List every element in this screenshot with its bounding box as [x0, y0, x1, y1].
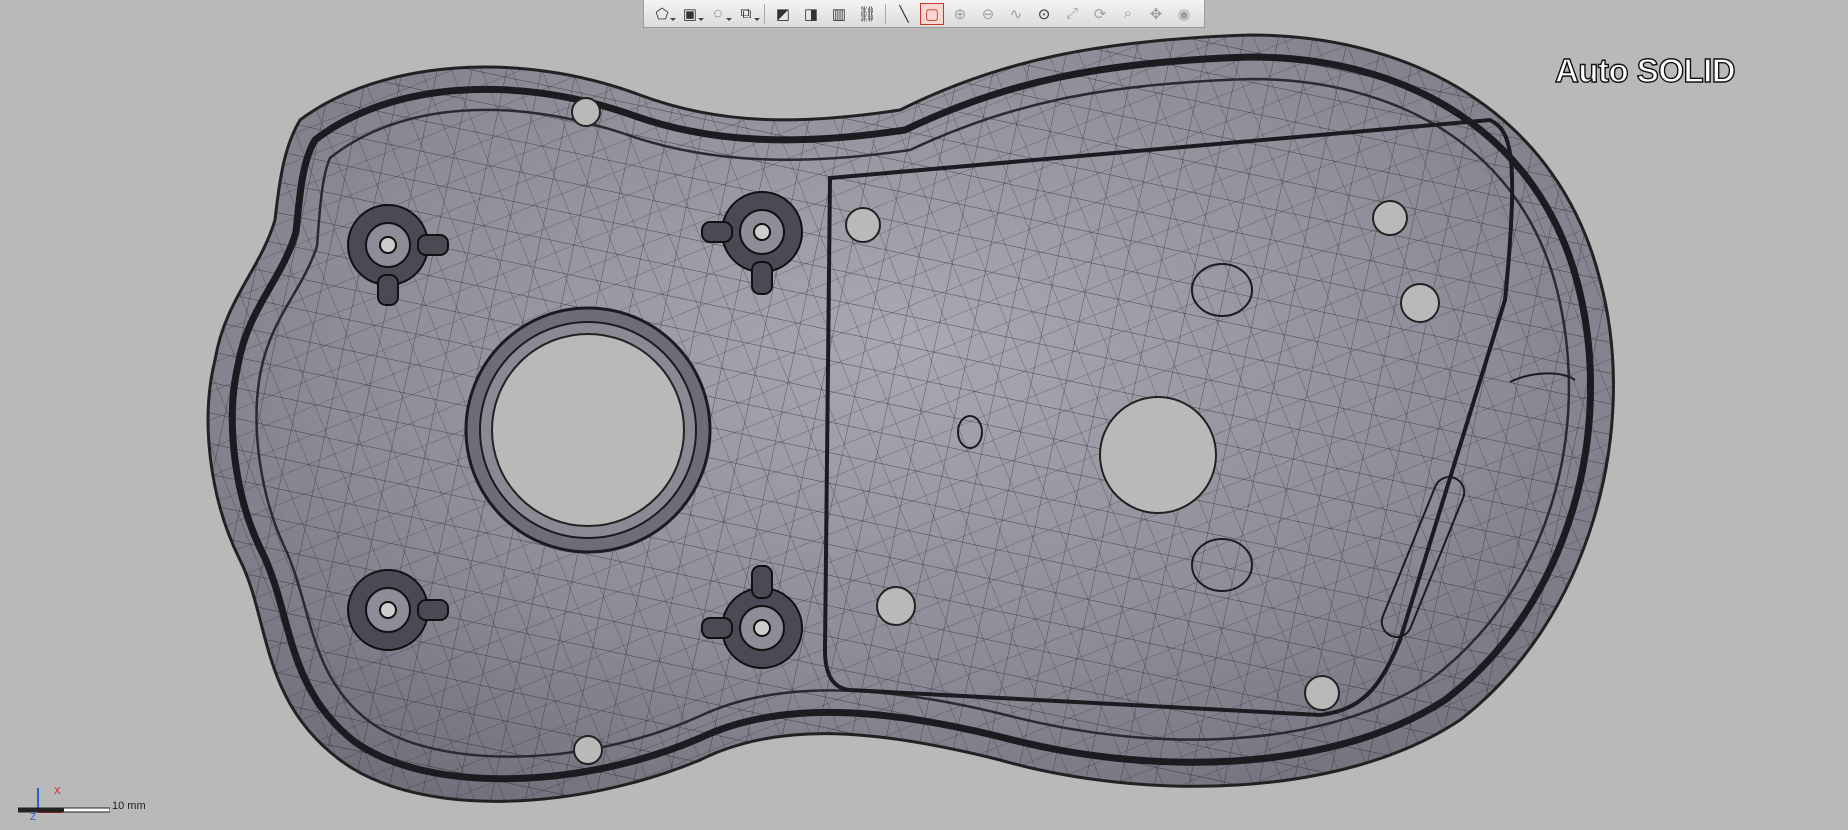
scale-label: 10 mm	[112, 800, 146, 812]
zoom-icon: ⌕	[1123, 5, 1133, 22]
center-hole	[1099, 396, 1217, 514]
align-button[interactable]: ◨	[799, 3, 823, 25]
lasso-icon: ◌	[713, 5, 723, 22]
fit-button[interactable]: ⤢	[1060, 3, 1084, 25]
remove-point-button[interactable]: ⊖	[976, 3, 1000, 25]
eye-icon: ◉	[1177, 5, 1191, 23]
cad-model[interactable]	[0, 0, 1848, 830]
pan-icon: ✥	[1149, 5, 1163, 23]
zoom-button[interactable]: ⌕	[1116, 3, 1140, 25]
axis-triad: X Z	[30, 786, 62, 822]
scale-bar	[18, 807, 110, 813]
polygon-icon: ⬠	[655, 5, 669, 23]
visibility-button[interactable]: ◉	[1172, 3, 1196, 25]
lasso-zoom-button[interactable]: ⊙	[1032, 3, 1056, 25]
measure-button[interactable]: ⛓	[855, 3, 879, 25]
toolbar-separator	[764, 3, 765, 24]
toolbar-separator	[885, 3, 886, 24]
iso-view-icon: ⧉	[740, 5, 752, 22]
rotate-button[interactable]: ⟳	[1088, 3, 1112, 25]
split-view-button[interactable]: ▥	[827, 3, 851, 25]
fit-icon: ⤢	[1065, 5, 1078, 22]
remove-point-icon: ⊖	[981, 5, 995, 23]
rectangle-select-button[interactable]: ▢	[920, 2, 944, 25]
line-icon: ╲	[899, 5, 909, 23]
rotate-icon: ⟳	[1093, 5, 1107, 23]
view-orientation-button[interactable]: ⧉	[734, 3, 760, 25]
box-view-button[interactable]: ▣	[678, 3, 704, 25]
lasso-zoom-icon: ⊙	[1037, 5, 1051, 23]
plane-section-button[interactable]: ◩	[771, 3, 795, 25]
axis-x-label: X	[54, 786, 61, 797]
smooth-button[interactable]: ∿	[1004, 3, 1028, 25]
align-icon: ◨	[803, 5, 819, 23]
add-point-button[interactable]: ⊕	[948, 3, 972, 25]
view-toolbar: ⬠ ▣ ◌ ⧉ ◩ ◨ ▥ ⛓ ╲ ▢ ⊕ ⊖ ∿ ⊙ ⤢ ⟳ ⌕ ✥ ◉	[643, 0, 1205, 28]
mesh-select-tool-button[interactable]: ⬠	[650, 3, 676, 25]
plane-icon: ◩	[775, 5, 791, 23]
mode-label: Auto SOLID	[1554, 51, 1736, 89]
smooth-icon: ∿	[1009, 5, 1023, 23]
rectangle-icon: ▢	[924, 5, 940, 23]
measure-icon: ⛓	[857, 5, 877, 23]
line-tool-button[interactable]: ╲	[892, 3, 916, 25]
cube-icon: ▣	[682, 5, 698, 23]
lasso-select-button[interactable]: ◌	[706, 3, 732, 25]
pan-button[interactable]: ✥	[1144, 3, 1168, 25]
split-icon: ▥	[831, 5, 847, 23]
large-bore	[464, 306, 712, 554]
3d-viewport[interactable]	[0, 0, 1848, 830]
add-point-icon: ⊕	[953, 5, 967, 23]
